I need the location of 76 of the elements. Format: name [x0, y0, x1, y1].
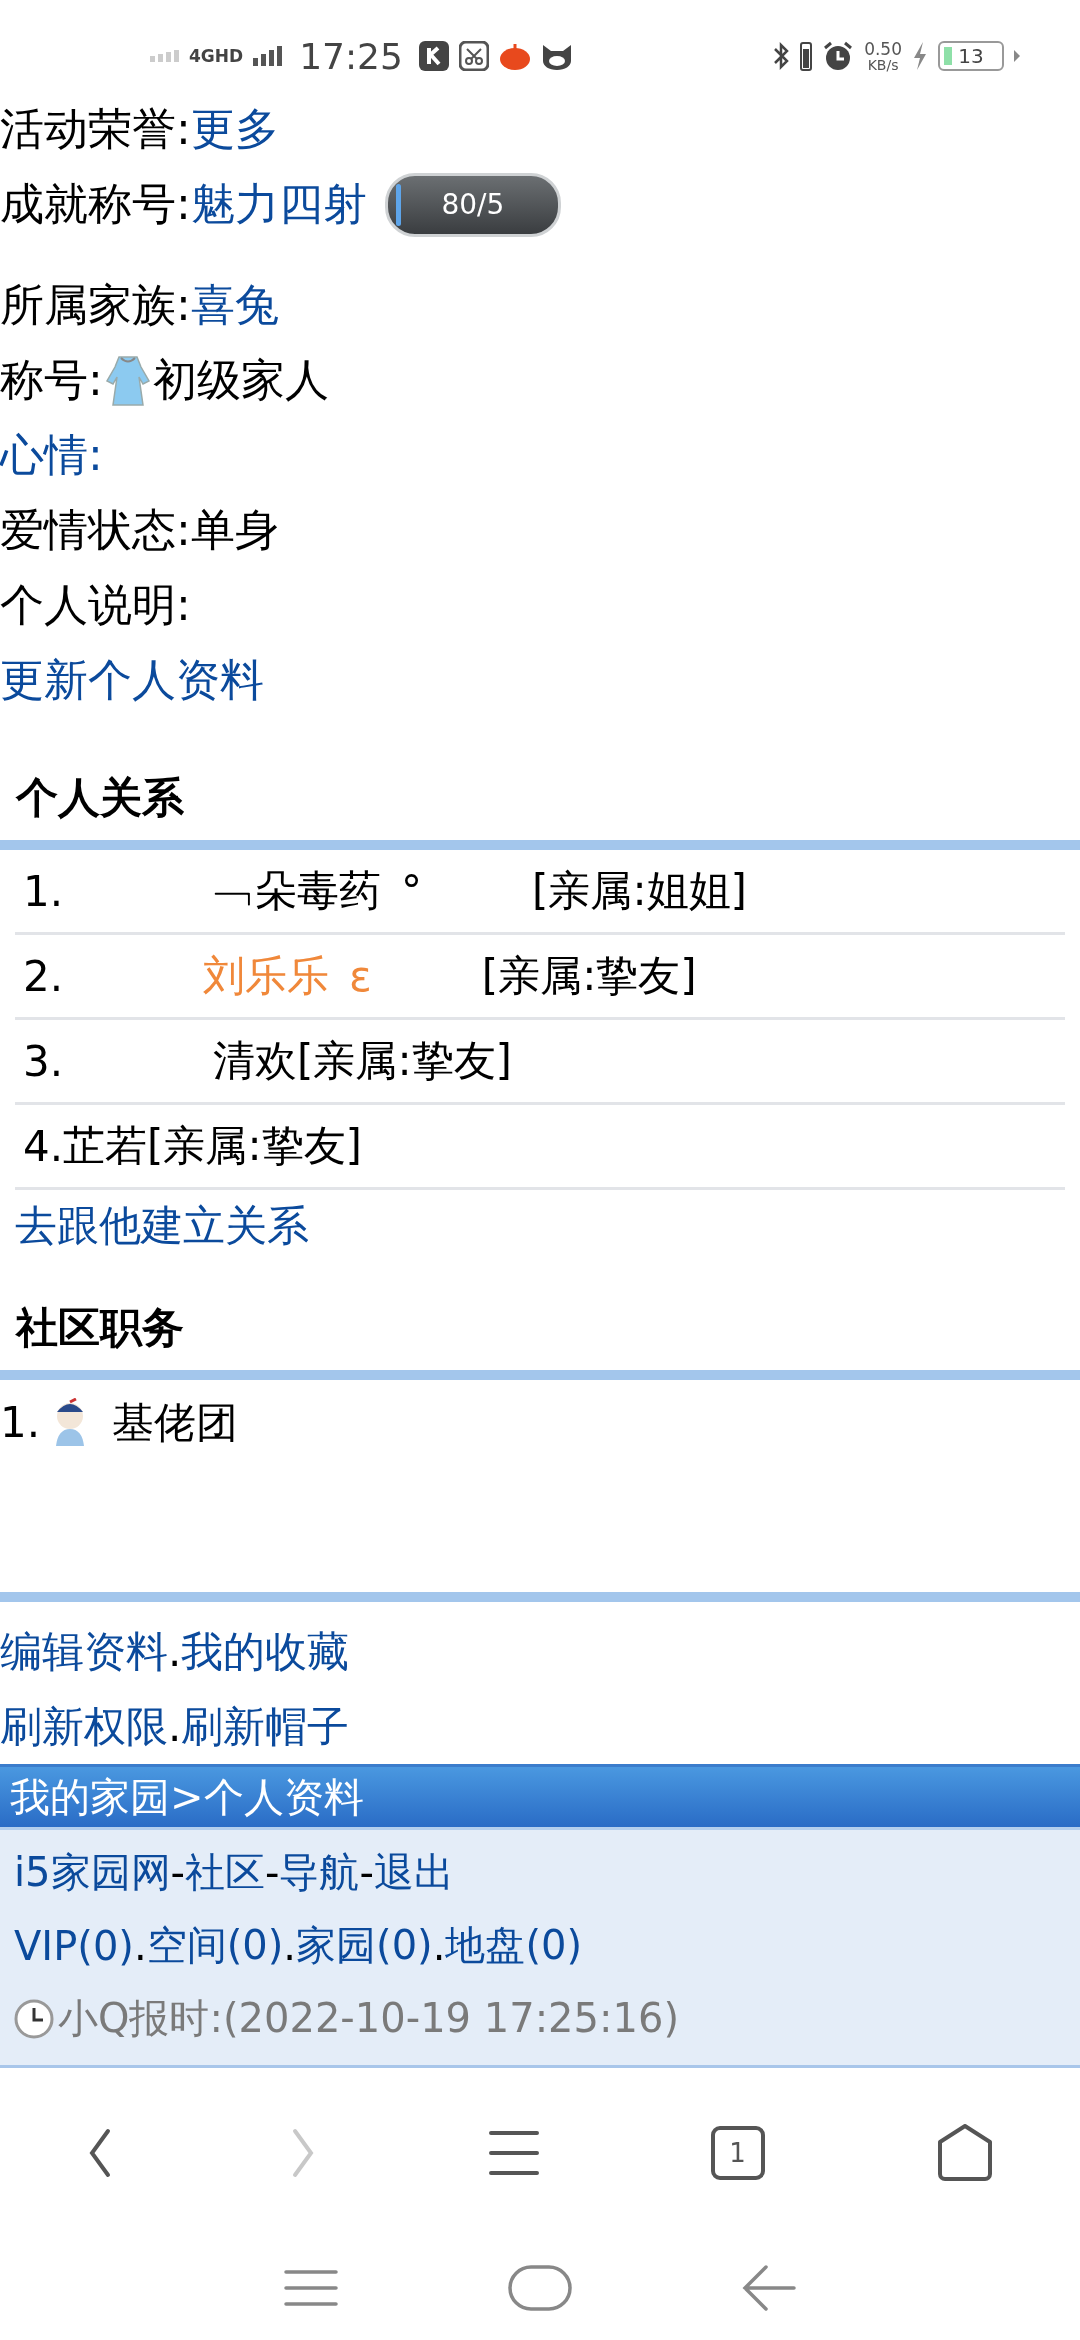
name-suffix: °: [401, 866, 423, 916]
network-type: 4GHD: [189, 46, 244, 66]
separator: .: [432, 1922, 446, 1969]
nav-link[interactable]: 导航: [279, 1845, 360, 1900]
profile-link[interactable]: 更新个人资料: [0, 651, 264, 710]
scissors-icon: [458, 41, 489, 71]
field-label: 爱情状态:: [0, 503, 191, 557]
nav-link[interactable]: 退出: [373, 1845, 454, 1900]
field-label: 成就称号:: [0, 177, 191, 231]
section-heading: 社区职务: [14, 1302, 185, 1354]
speed-value: 0.50: [864, 40, 902, 58]
field-value: 单身: [190, 503, 279, 557]
relation-name[interactable]: ﹁朵毒药: [213, 863, 382, 919]
build-relation-link[interactable]: 去跟他建立关系: [15, 1190, 1065, 1254]
separator: -: [265, 1849, 280, 1896]
home-button[interactable]: [936, 2124, 995, 2182]
row-number: 2.: [23, 951, 64, 1001]
charging-icon: [912, 41, 928, 71]
breadcrumb-bar: 我的家园>个人资料: [0, 1764, 1080, 1827]
separator: .: [168, 1627, 182, 1676]
tabs-button[interactable]: 1: [710, 2126, 765, 2180]
speed-unit: KB/s: [867, 57, 899, 72]
app-icon: [418, 41, 449, 71]
relation-name[interactable]: 芷若: [63, 1118, 148, 1174]
menu-button[interactable]: [489, 2130, 539, 2176]
nav-link[interactable]: 地盘(0): [445, 1918, 583, 1973]
alarm-icon: [822, 40, 855, 72]
row-number: 4.: [23, 1121, 64, 1171]
separator: -: [170, 1849, 185, 1896]
app-icon: [498, 41, 531, 71]
progress-pill: 80/5: [384, 172, 561, 237]
name-suffix: ε: [349, 951, 372, 1001]
nav-link[interactable]: i5家园网: [14, 1845, 171, 1900]
battery-small-icon: [800, 41, 813, 71]
relation-type: [亲属:挚友]: [481, 950, 697, 1002]
relation-name[interactable]: 清欢: [213, 1033, 298, 1089]
footer-link[interactable]: 我的收藏: [181, 1623, 350, 1680]
recents-button[interactable]: [284, 2269, 338, 2307]
footer-link[interactable]: 编辑资料: [0, 1623, 168, 1680]
value-link[interactable]: 更多: [190, 100, 279, 159]
relation-type: [亲属:挚友]: [147, 1120, 362, 1172]
battery-indicator: 13: [938, 41, 1004, 71]
clock-icon: [14, 1998, 54, 2039]
section-heading: 个人关系: [14, 772, 185, 824]
signal-icon: [253, 46, 284, 66]
separator: .: [283, 1922, 297, 1969]
nav-link[interactable]: 家园(0): [296, 1918, 433, 1973]
relation-type: [亲属:挚友]: [297, 1035, 512, 1087]
field-label: 称号:: [0, 353, 103, 407]
role-title: 基佬团: [112, 1396, 239, 1449]
nav-link[interactable]: 社区: [185, 1845, 265, 1900]
value-link[interactable]: 魅力四射: [190, 175, 367, 234]
field-value: 初级家人: [152, 353, 329, 407]
nav-link[interactable]: 空间(0): [146, 1918, 284, 1973]
home-button[interactable]: [508, 2265, 572, 2311]
separator: .: [133, 1922, 147, 1969]
battery-tip-icon: [1014, 50, 1020, 62]
separator: -: [359, 1849, 374, 1896]
back-button[interactable]: [742, 2265, 796, 2311]
time-report: 小Q报时:(2022-10-19 17:25:16): [58, 1994, 679, 2043]
footer-link[interactable]: 刷新帽子: [181, 1698, 350, 1755]
signal-icon: [150, 50, 179, 62]
nav-link[interactable]: VIP(0): [14, 1922, 134, 1969]
field-label: 所属家族:: [0, 278, 191, 332]
row-number: 3.: [23, 1036, 64, 1086]
separator: .: [168, 1702, 182, 1751]
dress-icon: [104, 354, 151, 407]
field-label: 个人说明:: [0, 578, 191, 632]
row-number: 1.: [0, 1398, 41, 1447]
value-link[interactable]: 喜兔: [190, 276, 279, 335]
clock-time: 17:25: [299, 35, 403, 77]
relation-type: [亲属:姐姐]: [532, 865, 747, 917]
field-label: 活动荣誉:: [0, 102, 191, 156]
row-number: 1.: [23, 866, 64, 916]
bluetooth-icon: [772, 41, 791, 71]
footer-link[interactable]: 刷新权限: [0, 1698, 168, 1755]
